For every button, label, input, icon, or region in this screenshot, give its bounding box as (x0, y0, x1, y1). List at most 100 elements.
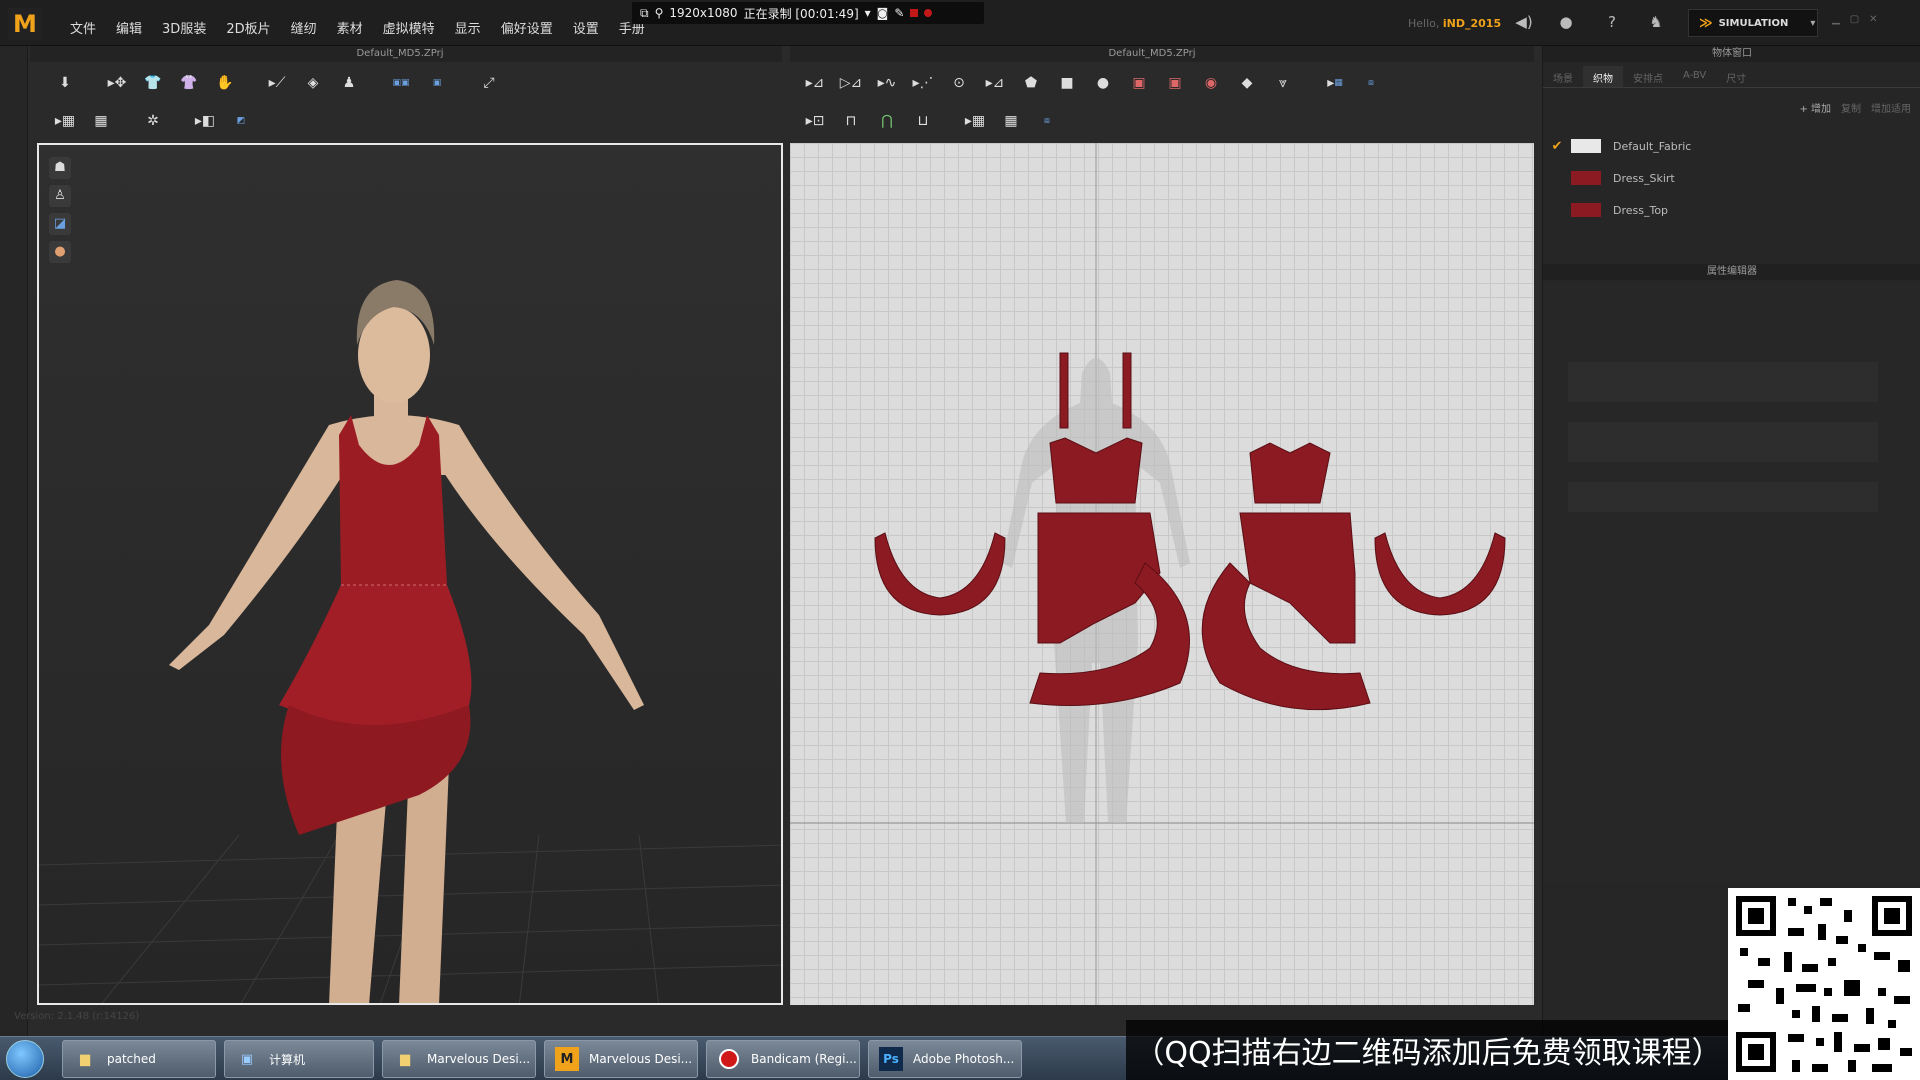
help-icon[interactable]: ? (1602, 13, 1622, 33)
menu-2d-pattern[interactable]: 2D板片 (216, 18, 280, 37)
pattern-view-icon[interactable]: ◪ (49, 213, 71, 235)
select-texture-icon[interactable]: ▸ ▦ (1320, 70, 1350, 96)
user-icon[interactable]: ● (1556, 13, 1576, 33)
grid2-icon[interactable]: ▦ (996, 108, 1026, 134)
layer-icon[interactable]: ◩ (226, 108, 256, 134)
polygon-icon[interactable]: ⬟ (1016, 70, 1046, 96)
app-logo: M (8, 8, 42, 40)
internal-polygon-icon[interactable]: ▣ (1124, 70, 1154, 96)
tab-arrangement[interactable]: 安排点 (1623, 66, 1673, 87)
start-button[interactable] (6, 1040, 44, 1078)
pattern-ruffle-right[interactable] (1374, 532, 1506, 616)
dart-icon[interactable]: ◆ (1232, 70, 1262, 96)
edit-pattern-icon[interactable]: ▷⊿ (836, 70, 866, 96)
circle-icon[interactable]: ● (1088, 70, 1118, 96)
toolbar-3d-row1: ⬇ ▸✥ 👕 👚 ✋ ▸⟋ ◈ ♟ ▣▣ ▣ ⤢ (50, 68, 504, 98)
menu-file[interactable]: 文件 (60, 18, 106, 37)
internal-circle-icon[interactable]: ◉ (1196, 70, 1226, 96)
select-sew-icon[interactable]: ▸⊡ (800, 108, 830, 134)
pencil-icon[interactable]: ✎ (894, 6, 904, 20)
grid-icon[interactable]: ▦ (86, 108, 116, 134)
pattern-ruffle-left[interactable] (874, 532, 1006, 616)
pattern-top-back[interactable] (1249, 442, 1331, 504)
taskbar-item[interactable]: Bandicam (Regi... (706, 1040, 860, 1078)
simulate-down-icon[interactable]: ⬇ (50, 70, 80, 96)
fabric-item[interactable]: Dress_Skirt (1543, 164, 1913, 192)
pattern-strap-left[interactable] (1059, 352, 1069, 429)
menu-display[interactable]: 显示 (445, 18, 491, 37)
zoom-icon[interactable]: ⚲ (655, 6, 664, 20)
select-grid2-icon[interactable]: ▸▦ (960, 108, 990, 134)
chevron-down-icon[interactable]: ▾ (1810, 18, 1815, 29)
texture2-icon[interactable]: ⧈ (1032, 108, 1062, 134)
tack-icon[interactable]: ◈ (298, 70, 328, 96)
taskbar-item[interactable]: ▆ patched (62, 1040, 216, 1078)
main-menu: 文件 编辑 3D服装 2D板片 缝纫 素材 虚拟模特 显示 偏好设置 设置 手册 (60, 18, 655, 37)
pin-icon[interactable]: ▸⟋ (262, 70, 292, 96)
arrange-icon[interactable]: ▣▣ (386, 70, 416, 96)
menu-preferences[interactable]: 偏好设置 (491, 18, 563, 37)
tab-size[interactable]: 尺寸 (1716, 66, 1756, 87)
internal-rectangle-icon[interactable]: ▣ (1160, 70, 1190, 96)
segment-icon[interactable]: ▸⊿ (980, 70, 1010, 96)
transform-pattern-icon[interactable]: ▸⊿ (800, 70, 830, 96)
taskbar-item[interactable]: M Marvelous Desi... (544, 1040, 698, 1078)
speaker-icon[interactable]: ◀) (1514, 13, 1534, 33)
copy-fabric-button[interactable]: 复制 (1841, 100, 1861, 118)
select-move-icon[interactable]: ▸✥ (102, 70, 132, 96)
segment-sew-icon[interactable]: ⊓ (836, 108, 866, 134)
taskbar-item[interactable]: ▆ Marvelous Desi... (382, 1040, 536, 1078)
garment-select-icon[interactable]: 👕 (138, 70, 168, 96)
menu-avatar[interactable]: 虚拟模特 (373, 18, 445, 37)
window-icon[interactable]: ⧉ (640, 6, 649, 21)
close-icon[interactable]: ✕ (1869, 14, 1877, 25)
tab-abv[interactable]: A-BV (1673, 66, 1716, 87)
simulation-button[interactable]: ≫ SIMULATION ▾ (1688, 9, 1818, 37)
menu-sewing[interactable]: 缝纫 (281, 18, 327, 37)
menu-3d-garment[interactable]: 3D服装 (152, 18, 216, 37)
edit-curve-icon[interactable]: ▸∿ (872, 70, 902, 96)
garment-attach-icon[interactable]: ✋ (210, 70, 240, 96)
taskbar-item[interactable]: ▣ 计算机 (224, 1040, 374, 1078)
garment-fold-icon[interactable]: 👚 (174, 70, 204, 96)
simulation-label: SIMULATION (1718, 17, 1789, 29)
minimize-icon[interactable]: ▁ (1832, 14, 1840, 25)
pattern-strap-right[interactable] (1122, 352, 1132, 429)
pattern-skirt-back[interactable] (1239, 512, 1356, 644)
edit-sew-icon[interactable]: ⊔ (908, 108, 938, 134)
menu-materials[interactable]: 素材 (327, 18, 373, 37)
menu-settings[interactable]: 设置 (563, 18, 609, 37)
viewport-3d[interactable]: ☗ ♙ ◪ ● (37, 143, 783, 1005)
taskbar-item[interactable]: Ps Adobe Photosh... (868, 1040, 1022, 1078)
camera-icon[interactable]: ◙ (877, 6, 889, 20)
add-fabric-button[interactable]: + 增加 (1799, 100, 1831, 118)
texture-icon[interactable]: ⧈ (1356, 70, 1386, 96)
pause-icon[interactable] (910, 9, 919, 17)
tab-scene[interactable]: 场景 (1543, 66, 1583, 87)
computer-icon: ▣ (240, 1051, 254, 1067)
stop-icon[interactable] (924, 9, 933, 17)
rectangle-icon[interactable]: ■ (1052, 70, 1082, 96)
strengthen-icon[interactable]: ⤢ (474, 70, 504, 96)
viewport-2d[interactable] (790, 143, 1534, 1005)
tab-fabric[interactable]: 织物 (1583, 66, 1623, 87)
edit-point-icon[interactable]: ▸⋰ (908, 70, 938, 96)
trace-icon[interactable]: ⩔ (1268, 70, 1298, 96)
add-point-icon[interactable]: ⊙ (944, 70, 974, 96)
select-grid-icon[interactable]: ▸▦ (50, 108, 80, 134)
free-sew-icon[interactable]: ⋂ (872, 108, 902, 134)
fabric-item[interactable]: Dress_Top (1543, 196, 1913, 224)
ruler-icon[interactable]: ✲ (138, 108, 168, 134)
menu-edit[interactable]: 编辑 (106, 18, 152, 37)
garment-view-icon[interactable]: ☗ (49, 157, 71, 179)
fabric-item[interactable]: ✔ Default_Fabric (1543, 132, 1913, 160)
avatar-measure-icon[interactable]: ♟ (334, 70, 364, 96)
maximize-icon[interactable]: ▢ (1850, 14, 1859, 25)
select-layer-icon[interactable]: ▸◧ (190, 108, 220, 134)
avatar-settings-icon[interactable]: ♞ (1646, 13, 1666, 33)
avatar-view-icon[interactable]: ♙ (49, 185, 71, 207)
skin-view-icon[interactable]: ● (49, 241, 71, 263)
dropdown-icon[interactable]: ▾ (865, 6, 871, 20)
apply-fabric-button[interactable]: 增加适用 (1871, 100, 1911, 118)
fit-icon[interactable]: ▣ (422, 70, 452, 96)
